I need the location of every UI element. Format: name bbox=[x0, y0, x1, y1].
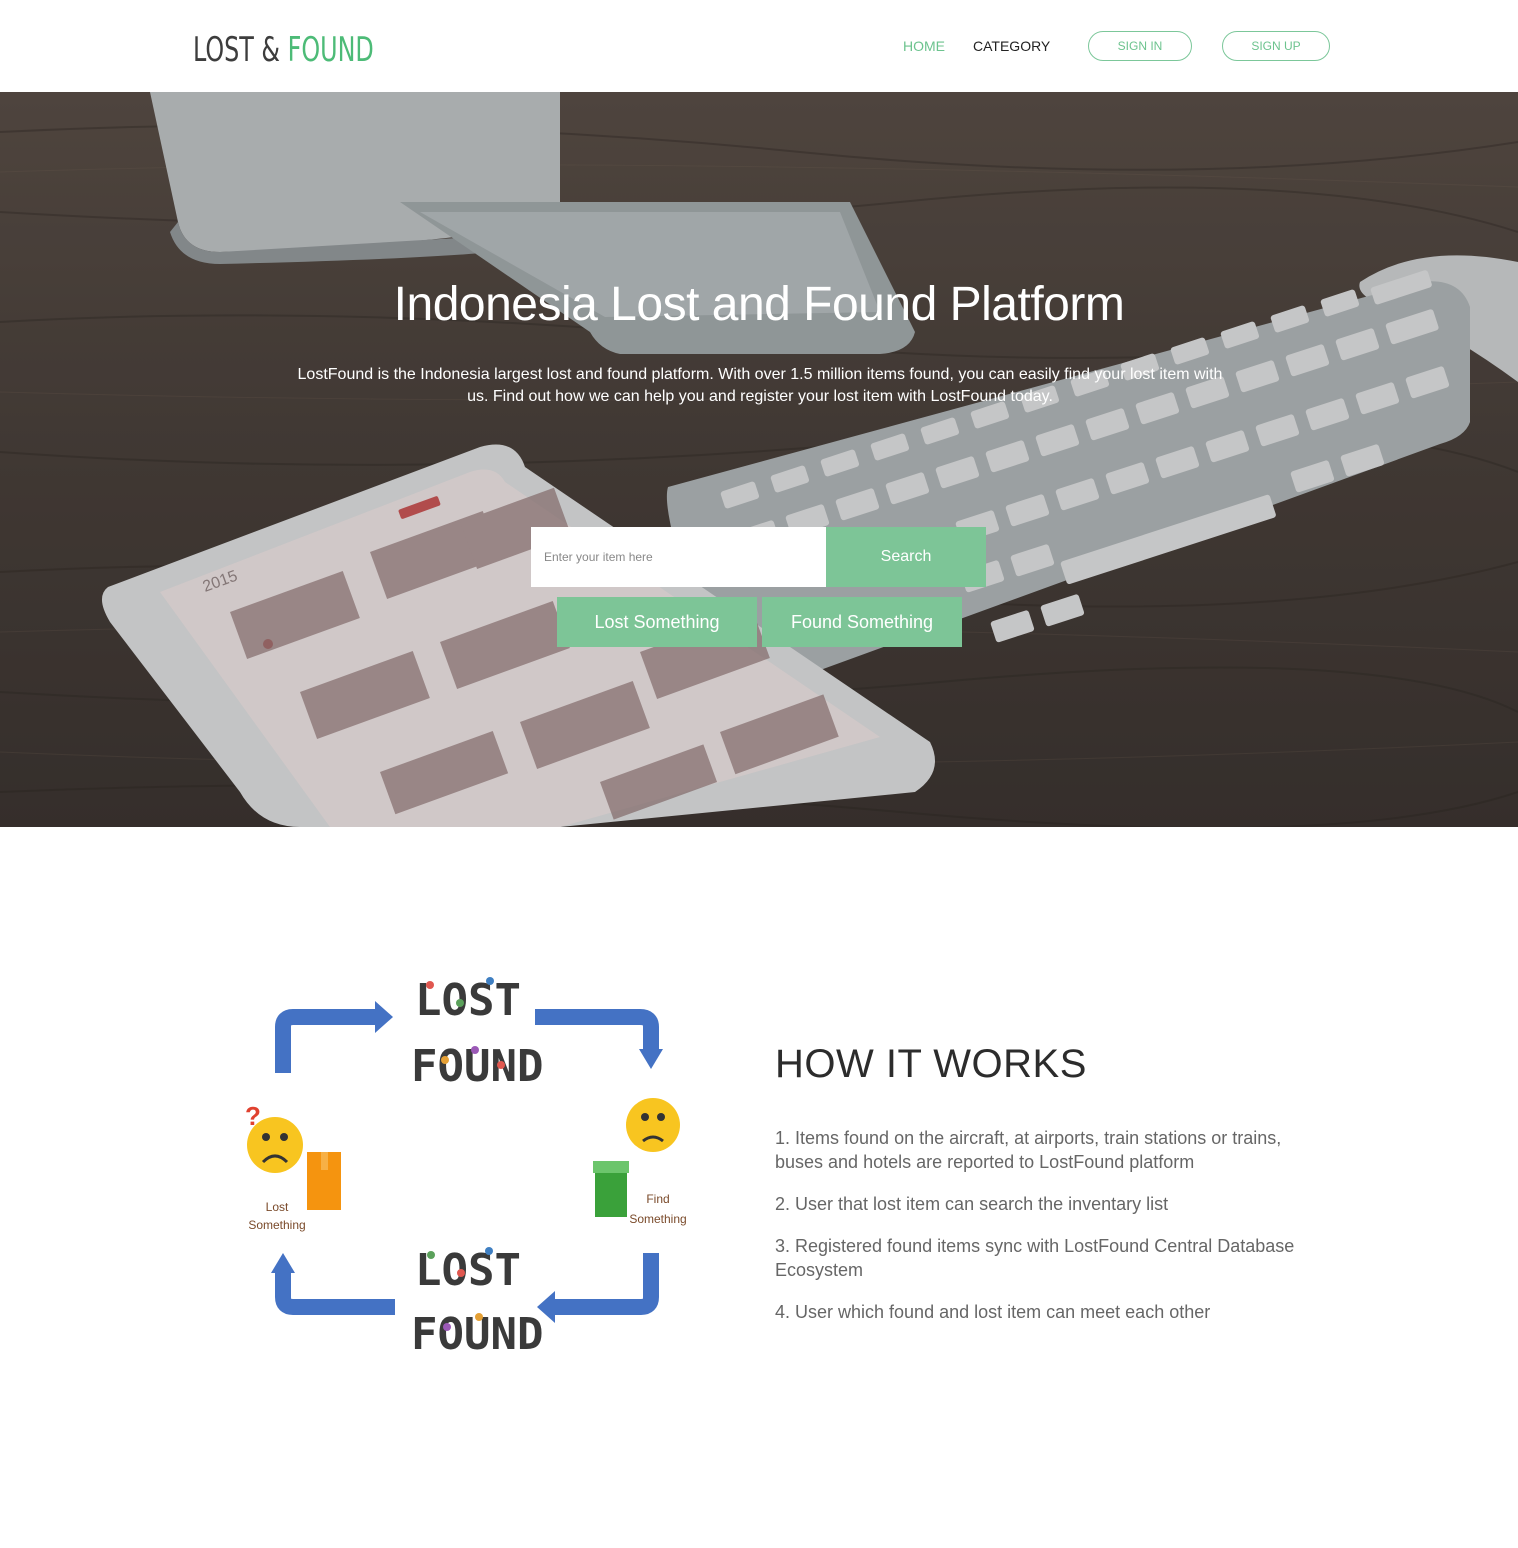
how-it-works-title: HOW IT WORKS bbox=[775, 1042, 1087, 1086]
nav-category-link[interactable]: CATEGORY bbox=[973, 38, 1050, 54]
find-label-line2: Something bbox=[629, 1212, 686, 1226]
nav-home-link[interactable]: HOME bbox=[903, 38, 945, 54]
lost-found-logo-bottom-icon: LOST FOUND bbox=[411, 1245, 543, 1360]
how-step-2: 2. User that lost item can search the in… bbox=[775, 1194, 1169, 1214]
green-box-icon bbox=[593, 1161, 629, 1217]
navbar: LOST & FOUND HOME CATEGORY SIGN IN SIGN … bbox=[0, 0, 1518, 92]
how-it-works-diagram: LOST FOUND LOST FOUND ? Lost Something F… bbox=[245, 975, 687, 1360]
search-button[interactable]: Search bbox=[826, 527, 986, 587]
sad-face-icon: ? bbox=[245, 1101, 303, 1173]
how-step-4: 4. User which found and lost item can me… bbox=[775, 1302, 1211, 1322]
lost-label-line1: Lost bbox=[266, 1200, 289, 1214]
sign-up-button[interactable]: SIGN UP bbox=[1222, 31, 1330, 61]
logo-text-lost: LOST & bbox=[193, 30, 288, 70]
how-it-works-steps: 1. Items found on the aircraft, at airpo… bbox=[775, 1126, 1315, 1342]
package-box-icon bbox=[307, 1152, 341, 1210]
lost-something-button[interactable]: Lost Something bbox=[557, 597, 757, 647]
arrow-bottom-right-icon bbox=[553, 1253, 659, 1315]
how-step-1: 1. Items found on the aircraft, at airpo… bbox=[775, 1128, 1282, 1172]
search-input[interactable] bbox=[531, 527, 826, 587]
hero-section: 2015 Indonesia Lost and Found Platform L… bbox=[0, 92, 1518, 827]
arrow-bottom-left-icon bbox=[275, 1271, 395, 1315]
arrow-top-right-icon bbox=[535, 1009, 659, 1051]
hero-subtitle: LostFound is the Indonesia largest lost … bbox=[297, 366, 1223, 405]
found-something-button[interactable]: Found Something bbox=[762, 597, 962, 647]
hero-overlay bbox=[0, 92, 1518, 827]
sign-in-button[interactable]: SIGN IN bbox=[1088, 31, 1192, 61]
svg-text:?: ? bbox=[245, 1101, 261, 1131]
arrow-top-left-icon bbox=[275, 1009, 377, 1073]
find-label-line1: Find bbox=[646, 1192, 669, 1206]
lost-found-logo-top-icon: LOST FOUND bbox=[411, 975, 543, 1092]
site-logo[interactable]: LOST & FOUND bbox=[193, 30, 374, 70]
hero-title: Indonesia Lost and Found Platform bbox=[393, 278, 1125, 331]
logo-text-found: FOUND bbox=[287, 30, 374, 70]
lost-label-line2: Something bbox=[248, 1218, 305, 1232]
how-step-3: 3. Registered found items sync with Lost… bbox=[775, 1236, 1295, 1280]
worried-face-icon bbox=[626, 1098, 680, 1152]
